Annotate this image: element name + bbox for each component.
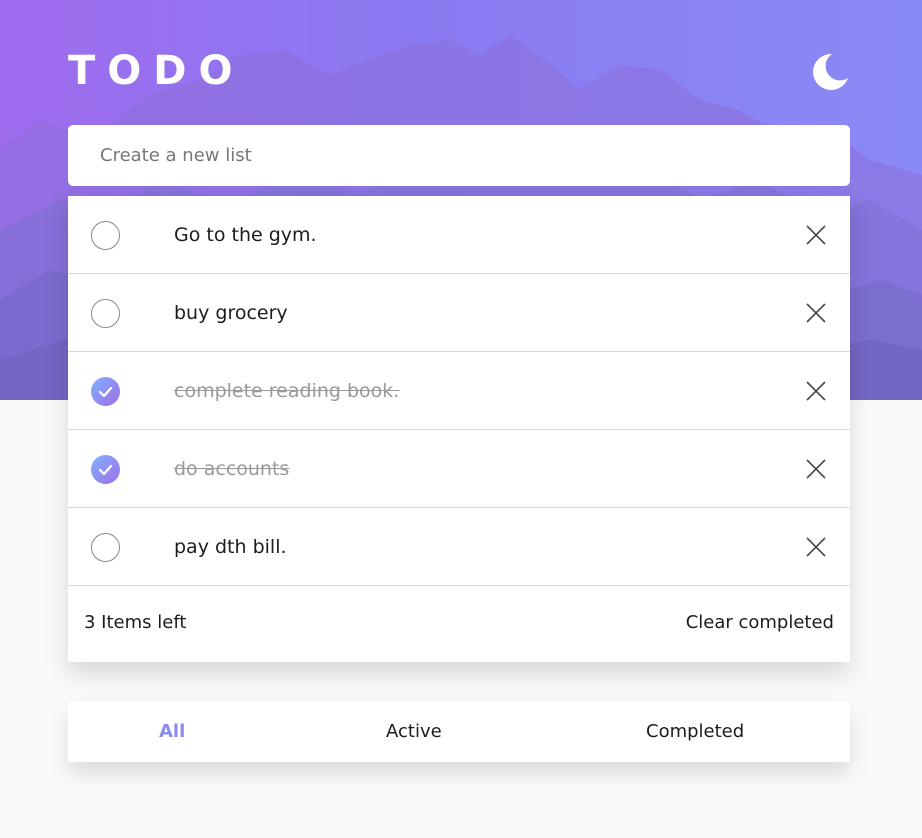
new-item-container [68,125,850,186]
todo-checkbox[interactable] [91,299,120,328]
todo-text: buy grocery [174,302,288,324]
close-icon[interactable] [805,458,827,480]
list-footer: 3 Items left Clear completed [68,586,850,662]
filter-all-tab[interactable]: All [159,721,185,742]
moon-icon [813,53,848,90]
todo-checkbox[interactable] [91,533,120,562]
todo-list: Go to the gym. buy grocery complete read… [68,196,850,662]
todo-item: Go to the gym. [68,196,850,274]
theme-toggle-button[interactable] [806,50,850,94]
filter-completed-tab[interactable]: Completed [646,721,744,742]
checkmark-icon [98,386,113,398]
close-icon[interactable] [805,536,827,558]
todo-item: buy grocery [68,274,850,352]
todo-item: pay dth bill. [68,508,850,586]
close-icon[interactable] [805,380,827,402]
todo-text: do accounts [174,458,290,480]
todo-text: Go to the gym. [174,224,317,246]
new-item-input[interactable] [68,125,850,186]
clear-completed-button[interactable]: Clear completed [686,612,834,633]
todo-checkbox-checked[interactable] [91,377,120,406]
todo-item: do accounts [68,430,850,508]
todo-text: pay dth bill. [174,536,287,558]
todo-item: complete reading book. [68,352,850,430]
items-left-count: 3 Items left [84,612,187,633]
filter-active-tab[interactable]: Active [386,721,442,742]
close-icon[interactable] [805,224,827,246]
todo-checkbox-checked[interactable] [91,455,120,484]
filter-bar: All Active Completed [68,701,850,762]
todo-checkbox[interactable] [91,221,120,250]
app-title: TODO [68,48,245,94]
close-icon[interactable] [805,302,827,324]
checkmark-icon [98,464,113,476]
todo-text: complete reading book. [174,380,400,402]
